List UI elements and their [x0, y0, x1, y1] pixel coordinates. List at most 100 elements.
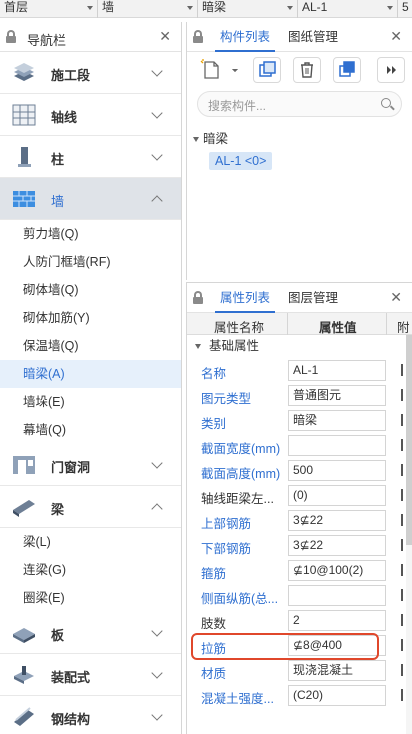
search-icon[interactable]: [381, 98, 391, 108]
property-value-field[interactable]: 普通图元: [288, 385, 386, 406]
nav-item-curtain-wall[interactable]: 幕墙(Q): [0, 416, 181, 444]
property-value-field[interactable]: [288, 585, 386, 606]
new-component-button[interactable]: [197, 57, 241, 83]
property-row[interactable]: 下部钢筋 3⊈22: [187, 533, 407, 558]
property-value-field[interactable]: AL-1: [288, 360, 386, 381]
delete-component-button[interactable]: [293, 57, 321, 83]
floor-select[interactable]: 首层: [0, 0, 98, 18]
property-extra-checkbox[interactable]: [401, 464, 403, 476]
property-row[interactable]: 图元类型 普通图元: [187, 383, 407, 408]
nav-item-shear-wall[interactable]: 剪力墙(Q): [0, 220, 181, 248]
property-extra-checkbox[interactable]: [401, 414, 403, 426]
nav-group-column[interactable]: 柱: [0, 136, 181, 178]
nav-item-insulation-wall[interactable]: 保温墙(Q): [0, 332, 181, 360]
nav-group-door-window[interactable]: 门窗洞: [0, 444, 181, 486]
property-tabs: 属性列表 图层管理 ✕: [187, 283, 412, 313]
property-extra-checkbox[interactable]: [401, 364, 403, 376]
property-extra-checkbox[interactable]: [401, 489, 403, 501]
property-value-field[interactable]: 2: [288, 610, 386, 631]
type-select[interactable]: 暗梁: [198, 0, 298, 18]
component-tree: 暗梁 AL-1 <0>: [193, 128, 273, 170]
property-value-field[interactable]: 500: [288, 460, 386, 481]
tree-expand-icon[interactable]: [193, 137, 199, 143]
tab-component-list[interactable]: 构件列表: [215, 22, 276, 52]
nav-group-beam[interactable]: 梁: [0, 486, 181, 528]
property-value-field[interactable]: 3⊈22: [288, 535, 386, 556]
copy-icon: [259, 61, 276, 77]
property-row[interactable]: 侧面纵筋(总...: [187, 583, 407, 608]
property-extra-checkbox[interactable]: [401, 639, 403, 651]
property-scrollbar[interactable]: [406, 335, 412, 734]
property-value-field[interactable]: 3⊈22: [288, 510, 386, 531]
property-row[interactable]: 截面宽度(mm): [187, 433, 407, 458]
copy-component-button[interactable]: [253, 57, 281, 83]
basic-properties-section[interactable]: 基础属性: [187, 335, 407, 357]
nav-item-coupling-beam[interactable]: 连梁(G): [0, 556, 181, 584]
property-value-field[interactable]: ⊈10@100(2): [288, 560, 386, 581]
property-extra-checkbox[interactable]: [401, 589, 403, 601]
nav-group-axis[interactable]: 轴线: [0, 94, 181, 136]
property-row[interactable]: 上部钢筋 3⊈22: [187, 508, 407, 533]
nav-group-steel-structure[interactable]: 钢结构: [0, 696, 181, 734]
close-icon[interactable]: ✕: [159, 29, 171, 43]
nav-item-ring-beam[interactable]: 圈梁(E): [0, 584, 181, 612]
name-select[interactable]: AL-1: [298, 0, 398, 18]
column-divider[interactable]: [287, 313, 288, 335]
nav-item-beam[interactable]: 梁(L): [0, 528, 181, 556]
close-icon[interactable]: ✕: [390, 29, 402, 43]
property-value-field[interactable]: 现浇混凝土: [288, 660, 386, 681]
property-row[interactable]: 截面高度(mm) 500: [187, 458, 407, 483]
lock-icon[interactable]: [6, 30, 16, 43]
property-row[interactable]: 轴线距梁左... (0): [187, 483, 407, 508]
nav-item-wall-pier[interactable]: 墙垛(E): [0, 388, 181, 416]
property-extra-checkbox[interactable]: [401, 439, 403, 451]
property-extra-checkbox[interactable]: [401, 564, 403, 576]
layer-copy-button[interactable]: [333, 57, 361, 83]
nav-item-hidden-beam[interactable]: 暗梁(A): [0, 360, 181, 388]
column-divider[interactable]: [386, 313, 387, 335]
tab-layer-management[interactable]: 图层管理: [283, 283, 343, 313]
nav-group-construction-stage[interactable]: 施工段: [0, 52, 181, 94]
nav-group-slab[interactable]: 板: [0, 612, 181, 654]
property-value-field[interactable]: (C20): [288, 685, 386, 706]
property-row[interactable]: 肢数 2: [187, 608, 407, 633]
property-row[interactable]: 名称 AL-1: [187, 358, 407, 383]
property-value-field[interactable]: 暗梁: [288, 410, 386, 431]
name-select-value: AL-1: [302, 0, 328, 14]
tab-property-list[interactable]: 属性列表: [215, 283, 276, 313]
property-row[interactable]: 类别 暗梁: [187, 408, 407, 433]
nav-group-wall[interactable]: 墙: [0, 178, 181, 220]
nav-group-prefab[interactable]: 装配式: [0, 654, 181, 696]
component-search-input[interactable]: 搜索构件...: [197, 91, 402, 117]
property-name: 上部钢筋: [201, 517, 252, 531]
steel-structure-icon: [14, 707, 34, 726]
tab-drawing-management[interactable]: 图纸管理: [283, 22, 343, 52]
property-value-field[interactable]: (0): [288, 485, 386, 506]
nav-group-label: 墙: [51, 194, 65, 209]
scrollbar-thumb[interactable]: [406, 335, 412, 545]
nav-item-masonry-wall[interactable]: 砌体墙(Q): [0, 276, 181, 304]
property-extra-checkbox[interactable]: [401, 539, 403, 551]
property-row[interactable]: 材质 现浇混凝土: [187, 658, 407, 683]
property-row[interactable]: 混凝土强度... (C20): [187, 683, 407, 708]
property-extra-checkbox[interactable]: [401, 689, 403, 701]
property-extra-checkbox[interactable]: [401, 514, 403, 526]
property-value-field[interactable]: [288, 435, 386, 456]
more-tools-button[interactable]: [377, 57, 405, 83]
property-extra-checkbox[interactable]: [401, 614, 403, 626]
property-extra-checkbox[interactable]: [401, 389, 403, 401]
door-window-icon: [13, 456, 35, 474]
property-name: 材质: [201, 667, 227, 681]
floor-select-value: 首层: [4, 0, 29, 14]
nav-item-masonry-reinforcement[interactable]: 砌体加筋(Y): [0, 304, 181, 332]
property-row[interactable]: 箍筋 ⊈10@100(2): [187, 558, 407, 583]
close-icon[interactable]: ✕: [390, 290, 402, 304]
extra-select[interactable]: 5: [398, 0, 412, 18]
tree-item-component[interactable]: AL-1 <0>: [209, 152, 273, 170]
nav-item-civil-defense-door-wall[interactable]: 人防门框墙(RF): [0, 248, 181, 276]
tree-root-label[interactable]: 暗梁: [203, 132, 228, 146]
lock-icon[interactable]: [193, 291, 203, 304]
property-extra-checkbox[interactable]: [401, 664, 403, 676]
lock-icon[interactable]: [193, 30, 203, 43]
category-select[interactable]: 墙: [98, 0, 198, 18]
